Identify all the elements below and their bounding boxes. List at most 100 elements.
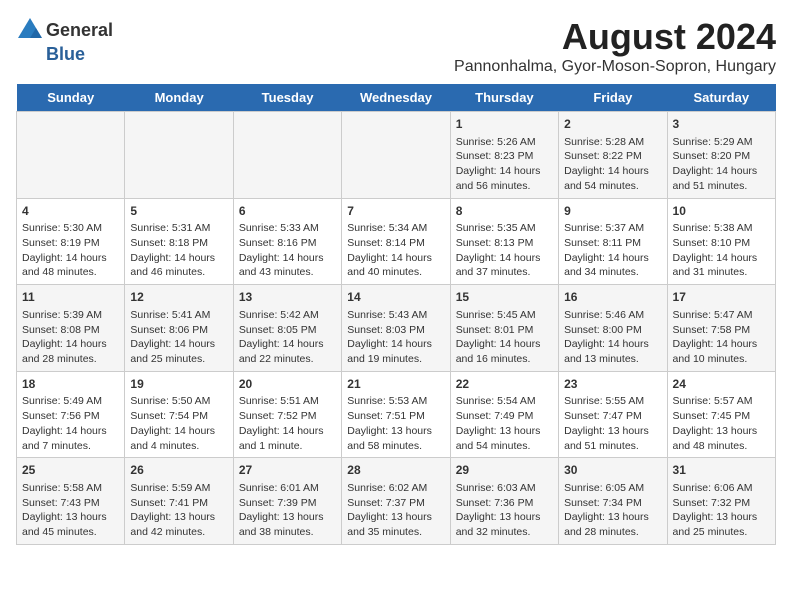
calendar-cell: 22Sunrise: 5:54 AMSunset: 7:49 PMDayligh… <box>450 371 558 458</box>
day-info: Sunrise: 5:31 AMSunset: 8:18 PMDaylight:… <box>130 221 227 280</box>
day-info: Sunrise: 5:42 AMSunset: 8:05 PMDaylight:… <box>239 308 336 367</box>
day-info: Sunrise: 6:06 AMSunset: 7:32 PMDaylight:… <box>673 481 770 540</box>
day-number: 15 <box>456 289 553 306</box>
day-info: Sunrise: 5:35 AMSunset: 8:13 PMDaylight:… <box>456 221 553 280</box>
day-number: 22 <box>456 376 553 393</box>
calendar-cell: 18Sunrise: 5:49 AMSunset: 7:56 PMDayligh… <box>17 371 125 458</box>
calendar-cell: 6Sunrise: 5:33 AMSunset: 8:16 PMDaylight… <box>233 198 341 285</box>
calendar-cell: 2Sunrise: 5:28 AMSunset: 8:22 PMDaylight… <box>559 112 667 199</box>
day-number: 16 <box>564 289 661 306</box>
calendar-cell: 20Sunrise: 5:51 AMSunset: 7:52 PMDayligh… <box>233 371 341 458</box>
page-header: General Blue August 2024 Pannonhalma, Gy… <box>16 16 776 76</box>
calendar-cell: 29 Sunrise: 6:03 AMSunset: 7:36 PMDayligh… <box>450 458 558 545</box>
calendar-cell: 5Sunrise: 5:31 AMSunset: 8:18 PMDaylight… <box>125 198 233 285</box>
day-number: 7 <box>347 203 444 220</box>
day-info: Sunrise: 5:59 AMSunset: 7:41 PMDaylight:… <box>130 481 227 540</box>
calendar-week-row: 11Sunrise: 5:39 AMSunset: 8:08 PMDayligh… <box>17 285 776 372</box>
calendar-cell: 10Sunrise: 5:38 AMSunset: 8:10 PMDayligh… <box>667 198 775 285</box>
weekday-header-row: SundayMondayTuesdayWednesdayThursdayFrid… <box>17 84 776 112</box>
day-info: Sunrise: 5:34 AMSunset: 8:14 PMDaylight:… <box>347 221 444 280</box>
calendar-cell: 3 Sunrise: 5:29 AMSunset: 8:20 PMDaylight… <box>667 112 775 199</box>
day-number: 5 <box>130 203 227 220</box>
calendar-week-row: 25 Sunrise: 5:58 AMSunset: 7:43 PMDayligh… <box>17 458 776 545</box>
location-subtitle: Pannonhalma, Gyor-Moson-Sopron, Hungary <box>454 58 776 76</box>
day-info: Sunrise: 5:38 AMSunset: 8:10 PMDaylight:… <box>673 221 770 280</box>
day-number: 17 <box>673 289 770 306</box>
weekday-header-friday: Friday <box>559 84 667 112</box>
day-number: 21 <box>347 376 444 393</box>
day-info: Sunrise: 5:50 AMSunset: 7:54 PMDaylight:… <box>130 394 227 453</box>
day-number: 8 <box>456 203 553 220</box>
day-number: 29 <box>456 462 553 479</box>
calendar-cell: 12 Sunrise: 5:41 AMSunset: 8:06 PMDayligh… <box>125 285 233 372</box>
day-number: 19 <box>130 376 227 393</box>
weekday-header-monday: Monday <box>125 84 233 112</box>
day-number: 18 <box>22 376 119 393</box>
day-info: Sunrise: 6:05 AMSunset: 7:34 PMDaylight:… <box>564 481 661 540</box>
day-number: 13 <box>239 289 336 306</box>
calendar-cell: 19Sunrise: 5:50 AMSunset: 7:54 PMDayligh… <box>125 371 233 458</box>
calendar-cell: 28Sunrise: 6:02 AMSunset: 7:37 PMDayligh… <box>342 458 450 545</box>
day-number: 25 <box>22 462 119 479</box>
day-info: Sunrise: 5:28 AMSunset: 8:22 PMDaylight:… <box>564 135 661 194</box>
day-info: Sunrise: 5:54 AMSunset: 7:49 PMDaylight:… <box>456 394 553 453</box>
day-number: 14 <box>347 289 444 306</box>
day-info: Sunrise: 5:55 AMSunset: 7:47 PMDaylight:… <box>564 394 661 453</box>
calendar-cell: 26Sunrise: 5:59 AMSunset: 7:41 PMDayligh… <box>125 458 233 545</box>
logo-text-blue: Blue <box>46 44 85 65</box>
calendar-cell: 13 Sunrise: 5:42 AMSunset: 8:05 PMDayligh… <box>233 285 341 372</box>
calendar-cell: 1Sunrise: 5:26 AMSunset: 8:23 PMDaylight… <box>450 112 558 199</box>
calendar-cell: 27 Sunrise: 6:01 AMSunset: 7:39 PMDayligh… <box>233 458 341 545</box>
calendar-cell: 7Sunrise: 5:34 AMSunset: 8:14 PMDaylight… <box>342 198 450 285</box>
calendar-header: SundayMondayTuesdayWednesdayThursdayFrid… <box>17 84 776 112</box>
day-number: 3 <box>673 116 770 133</box>
day-number: 12 <box>130 289 227 306</box>
calendar-week-row: 4Sunrise: 5:30 AMSunset: 8:19 PMDaylight… <box>17 198 776 285</box>
calendar-table: SundayMondayTuesdayWednesdayThursdayFrid… <box>16 84 776 545</box>
day-info: Sunrise: 5:58 AMSunset: 7:43 PMDaylight:… <box>22 481 119 540</box>
day-info: Sunrise: 5:43 AMSunset: 8:03 PMDaylight:… <box>347 308 444 367</box>
calendar-cell <box>233 112 341 199</box>
day-info: Sunrise: 5:57 AMSunset: 7:45 PMDaylight:… <box>673 394 770 453</box>
logo-icon <box>16 16 44 44</box>
day-info: Sunrise: 5:53 AMSunset: 7:51 PMDaylight:… <box>347 394 444 453</box>
day-info: Sunrise: 6:01 AMSunset: 7:39 PMDaylight:… <box>239 481 336 540</box>
day-info: Sunrise: 5:45 AMSunset: 8:01 PMDaylight:… <box>456 308 553 367</box>
day-info: Sunrise: 5:51 AMSunset: 7:52 PMDaylight:… <box>239 394 336 453</box>
day-info: Sunrise: 5:29 AMSunset: 8:20 PMDaylight:… <box>673 135 770 194</box>
title-block: August 2024 Pannonhalma, Gyor-Moson-Sopr… <box>454 16 776 76</box>
logo-text-general: General <box>46 20 113 41</box>
day-info: Sunrise: 5:49 AMSunset: 7:56 PMDaylight:… <box>22 394 119 453</box>
calendar-cell: 11Sunrise: 5:39 AMSunset: 8:08 PMDayligh… <box>17 285 125 372</box>
month-year-title: August 2024 <box>454 16 776 58</box>
day-info: Sunrise: 5:47 AMSunset: 7:58 PMDaylight:… <box>673 308 770 367</box>
calendar-cell: 24Sunrise: 5:57 AMSunset: 7:45 PMDayligh… <box>667 371 775 458</box>
day-number: 10 <box>673 203 770 220</box>
calendar-cell <box>342 112 450 199</box>
calendar-body: 1Sunrise: 5:26 AMSunset: 8:23 PMDaylight… <box>17 112 776 545</box>
weekday-header-wednesday: Wednesday <box>342 84 450 112</box>
calendar-week-row: 1Sunrise: 5:26 AMSunset: 8:23 PMDaylight… <box>17 112 776 199</box>
calendar-cell: 21Sunrise: 5:53 AMSunset: 7:51 PMDayligh… <box>342 371 450 458</box>
day-info: Sunrise: 6:03 AMSunset: 7:36 PMDaylight:… <box>456 481 553 540</box>
calendar-cell: 16 Sunrise: 5:46 AMSunset: 8:00 PMDayligh… <box>559 285 667 372</box>
day-info: Sunrise: 5:46 AMSunset: 8:00 PMDaylight:… <box>564 308 661 367</box>
day-number: 1 <box>456 116 553 133</box>
day-number: 31 <box>673 462 770 479</box>
calendar-cell: 14 Sunrise: 5:43 AMSunset: 8:03 PMDayligh… <box>342 285 450 372</box>
calendar-cell: 31 Sunrise: 6:06 AMSunset: 7:32 PMDayligh… <box>667 458 775 545</box>
day-number: 4 <box>22 203 119 220</box>
calendar-week-row: 18Sunrise: 5:49 AMSunset: 7:56 PMDayligh… <box>17 371 776 458</box>
day-number: 24 <box>673 376 770 393</box>
calendar-cell: 15 Sunrise: 5:45 AMSunset: 8:01 PMDayligh… <box>450 285 558 372</box>
day-number: 6 <box>239 203 336 220</box>
logo: General Blue <box>16 16 113 65</box>
day-number: 20 <box>239 376 336 393</box>
calendar-cell: 25 Sunrise: 5:58 AMSunset: 7:43 PMDayligh… <box>17 458 125 545</box>
day-number: 27 <box>239 462 336 479</box>
day-number: 30 <box>564 462 661 479</box>
day-info: Sunrise: 6:02 AMSunset: 7:37 PMDaylight:… <box>347 481 444 540</box>
weekday-header-saturday: Saturday <box>667 84 775 112</box>
calendar-cell: 30 Sunrise: 6:05 AMSunset: 7:34 PMDayligh… <box>559 458 667 545</box>
day-info: Sunrise: 5:41 AMSunset: 8:06 PMDaylight:… <box>130 308 227 367</box>
